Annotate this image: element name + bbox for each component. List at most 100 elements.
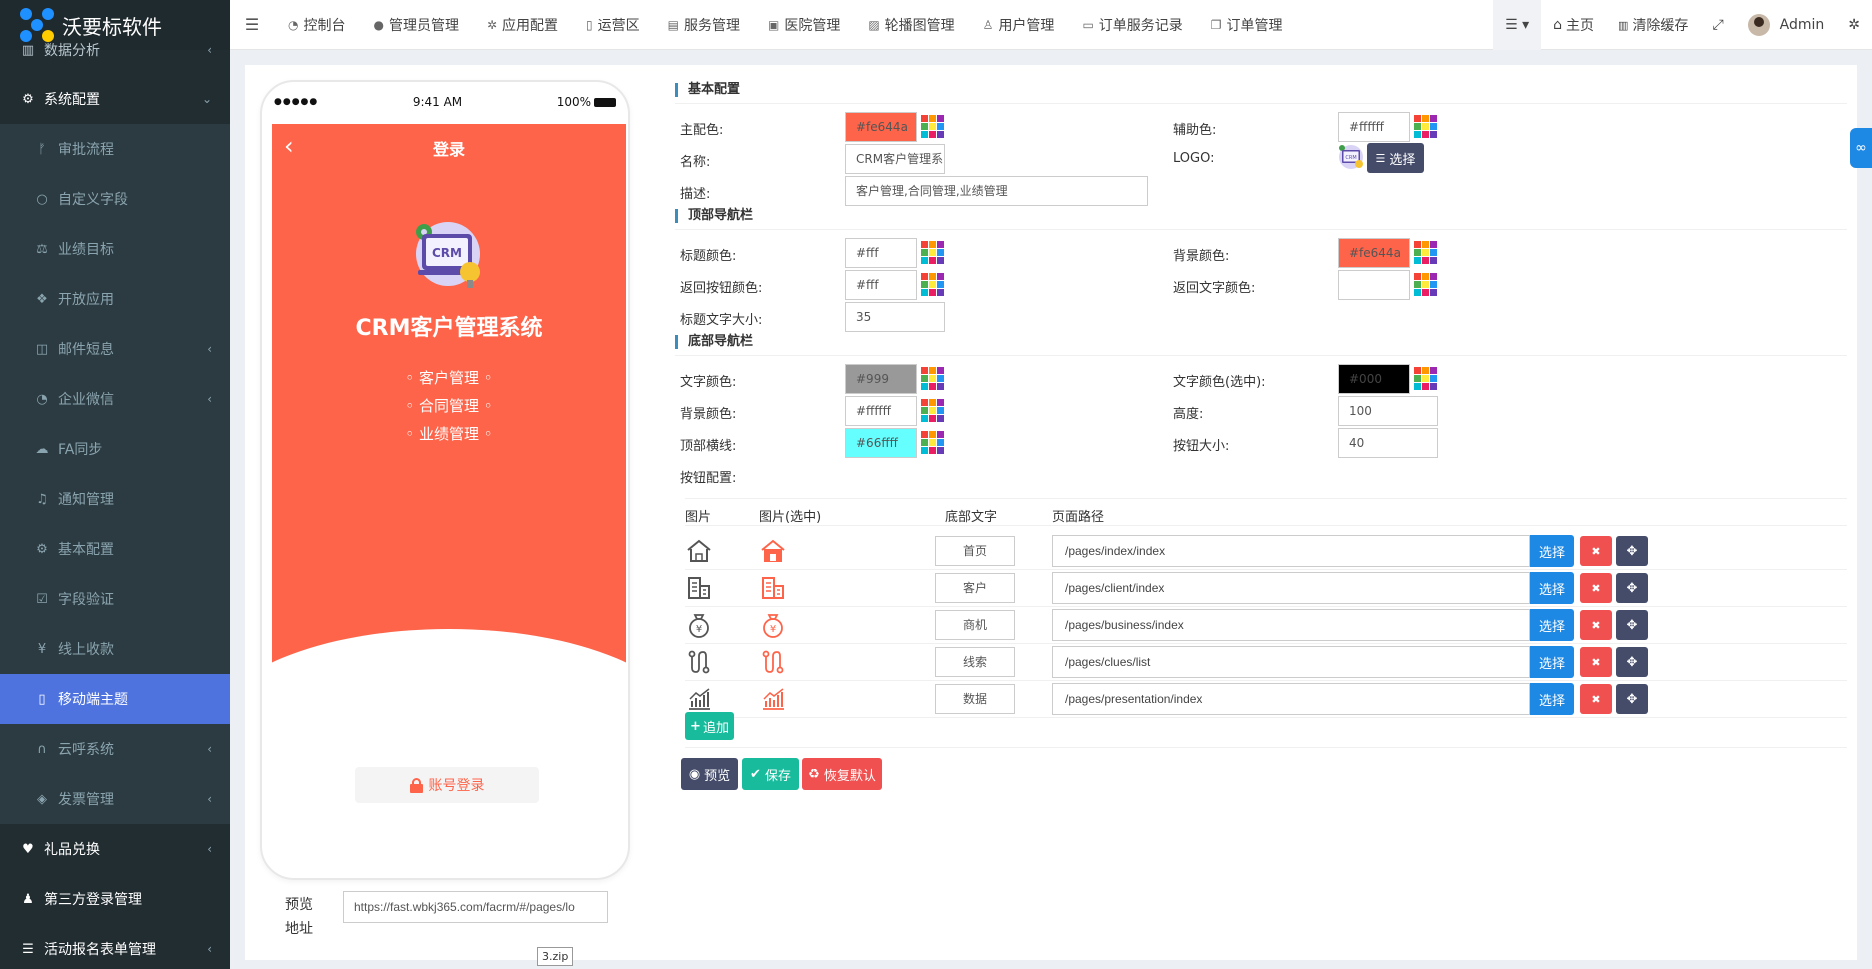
nav-tab[interactable]: ▨ 轮播图管理	[854, 0, 968, 50]
choose-path-button[interactable]: 选择	[1530, 683, 1574, 715]
color-picker-icon[interactable]	[1412, 365, 1440, 393]
sidebar-item[interactable]: ⚖ 业绩目标	[0, 224, 230, 274]
preview-url-input[interactable]: https://fast.wbkj365.com/facrm/#/pages/l…	[343, 891, 608, 923]
drag-row-button[interactable]: ✥	[1616, 573, 1648, 603]
text-color-input[interactable]: #999	[845, 364, 917, 394]
account-login-button[interactable]: 账号登录	[355, 767, 539, 803]
nav-tab[interactable]: ▯ 运营区	[572, 0, 654, 50]
reset-default-button[interactable]: ♻ 恢复默认	[802, 758, 882, 790]
drag-row-button[interactable]: ✥	[1616, 647, 1648, 677]
sidebar-item[interactable]: ◈ 发票管理 ‹	[0, 774, 230, 824]
nav-tab[interactable]: ● 管理员管理	[359, 0, 472, 50]
chart-bar-active-icon[interactable]	[759, 685, 787, 713]
name-input[interactable]: CRM客户管理系	[845, 144, 945, 174]
main-color-input[interactable]: #fe644a	[845, 112, 917, 142]
color-picker-icon[interactable]	[919, 429, 947, 457]
page-path-input[interactable]: /pages/business/index	[1052, 609, 1530, 641]
drag-row-button[interactable]: ✥	[1616, 684, 1648, 714]
color-picker-icon[interactable]	[919, 239, 947, 267]
sidebar-item[interactable]: ♟ 第三方登录管理	[0, 874, 230, 924]
title-size-input[interactable]: 35	[845, 302, 945, 332]
color-picker-icon[interactable]	[919, 397, 947, 425]
sidebar-item[interactable]: ○ 自定义字段	[0, 174, 230, 224]
back-color-input[interactable]: #fff	[845, 270, 917, 300]
title-color-input[interactable]: #fff	[845, 238, 917, 268]
color-picker-icon[interactable]	[1412, 271, 1440, 299]
text-color-active-input[interactable]: #000	[1338, 364, 1410, 394]
sidebar-item[interactable]: ▯ 移动端主题	[0, 674, 230, 724]
top-bg-color-input[interactable]: #fe644a	[1338, 238, 1410, 268]
page-path-input[interactable]: /pages/client/index	[1052, 572, 1530, 604]
home-active-icon[interactable]	[759, 537, 787, 565]
sidebar-item[interactable]: ◔ 企业微信 ‹	[0, 374, 230, 424]
remove-row-button[interactable]: ✖	[1580, 610, 1612, 640]
logo-choose-button[interactable]: ☰ 选择	[1367, 143, 1424, 173]
drag-row-button[interactable]: ✥	[1616, 536, 1648, 566]
sidebar-item[interactable]: ♫ 通知管理	[0, 474, 230, 524]
drag-row-button[interactable]: ✥	[1616, 610, 1648, 640]
nav-tab[interactable]: ▣ 医院管理	[754, 0, 854, 50]
sidebar-item[interactable]: ∩ 云呼系统 ‹	[0, 724, 230, 774]
chart-bar-icon[interactable]	[685, 685, 713, 713]
page-path-input[interactable]: /pages/presentation/index	[1052, 683, 1530, 715]
add-row-button[interactable]: + 追加	[685, 712, 734, 740]
remove-row-button[interactable]: ✖	[1580, 647, 1612, 677]
sidebar-item[interactable]: ♥ 礼品兑换 ‹	[0, 824, 230, 874]
bottom-text-input[interactable]: 客户	[935, 573, 1015, 603]
page-path-input[interactable]: /pages/index/index	[1052, 535, 1530, 567]
color-picker-icon[interactable]	[1412, 239, 1440, 267]
route-active-icon[interactable]	[759, 648, 787, 676]
btn-size-input[interactable]: 40	[1338, 428, 1438, 458]
color-picker-icon[interactable]	[919, 271, 947, 299]
choose-path-button[interactable]: 选择	[1530, 535, 1574, 567]
clear-cache-link[interactable]: ▥ 清除缓存	[1606, 0, 1700, 50]
sidebar-item[interactable]: ᚠ 审批流程	[0, 124, 230, 174]
settings-gear-icon[interactable]: ✲	[1836, 0, 1872, 50]
side-link-icon[interactable]: ∞	[1850, 128, 1872, 168]
sidebar-item[interactable]: ☑ 字段验证	[0, 574, 230, 624]
choose-path-button[interactable]: 选择	[1530, 609, 1574, 641]
choose-path-button[interactable]: 选择	[1530, 572, 1574, 604]
bottom-text-input[interactable]: 商机	[935, 610, 1015, 640]
sub-color-input[interactable]: #ffffff	[1338, 112, 1410, 142]
multi-tab-menu-button[interactable]: ☰ ▾	[1493, 0, 1542, 50]
save-button[interactable]: ✔ 保存	[742, 758, 799, 790]
nav-tab[interactable]: ▭ 订单服务记录	[1068, 0, 1196, 50]
user-menu[interactable]: Admin	[1736, 0, 1837, 50]
sidebar-item[interactable]: ⚙ 基本配置	[0, 524, 230, 574]
menu-toggle-icon[interactable]: ☰	[230, 15, 274, 34]
sidebar-item[interactable]: ⚙ 系统配置 ⌄	[0, 74, 230, 124]
bottom-text-input[interactable]: 首页	[935, 536, 1015, 566]
color-picker-icon[interactable]	[919, 365, 947, 393]
choose-path-button[interactable]: 选择	[1530, 646, 1574, 678]
sidebar-item[interactable]: ❖ 开放应用	[0, 274, 230, 324]
color-picker-icon[interactable]	[919, 113, 947, 141]
back-text-color-input[interactable]	[1338, 270, 1410, 300]
fullscreen-icon[interactable]: ⤢	[1700, 0, 1735, 50]
money-bag-active-icon[interactable]: ¥	[759, 611, 787, 639]
sidebar-item[interactable]: ◫ 邮件短息 ‹	[0, 324, 230, 374]
sidebar-item[interactable]: ☁ FA同步	[0, 424, 230, 474]
remove-row-button[interactable]: ✖	[1580, 684, 1612, 714]
sidebar-item[interactable]: ▥ 数据分析 ‹	[0, 26, 230, 74]
page-path-input[interactable]: /pages/clues/list	[1052, 646, 1530, 678]
money-bag-icon[interactable]: ¥	[685, 611, 713, 639]
desc-input[interactable]: 客户管理,合同管理,业绩管理	[845, 176, 1148, 206]
nav-tab[interactable]: ❐ 订单管理	[1197, 0, 1297, 50]
remove-row-button[interactable]: ✖	[1580, 573, 1612, 603]
nav-tab[interactable]: ◔ 控制台	[274, 0, 359, 50]
bottom-text-input[interactable]: 线索	[935, 647, 1015, 677]
building-icon[interactable]	[685, 574, 713, 602]
bottom-text-input[interactable]: 数据	[935, 684, 1015, 714]
nav-tab[interactable]: ▤ 服务管理	[654, 0, 754, 50]
sidebar-item[interactable]: ¥ 线上收款	[0, 624, 230, 674]
nav-tab[interactable]: ♙ 用户管理	[969, 0, 1069, 50]
home-link[interactable]: ⌂ 主页	[1541, 0, 1606, 50]
color-picker-icon[interactable]	[1412, 113, 1440, 141]
nav-tab[interactable]: ✲ 应用配置	[473, 0, 572, 50]
bottom-bg-color-input[interactable]: #ffffff	[845, 396, 917, 426]
route-icon[interactable]	[685, 648, 713, 676]
preview-button[interactable]: ◉ 预览	[681, 758, 738, 790]
home-icon[interactable]	[685, 537, 713, 565]
height-input[interactable]: 100	[1338, 396, 1438, 426]
